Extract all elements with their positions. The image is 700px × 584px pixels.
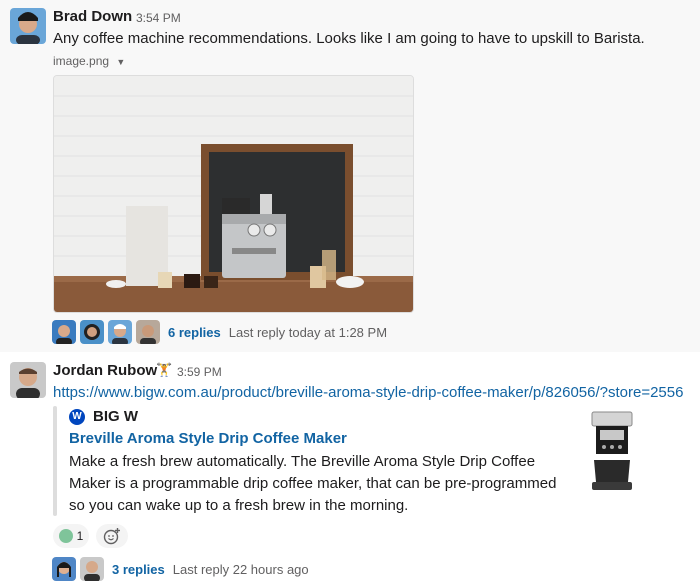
reply-avatar [52, 320, 76, 344]
reply-avatar [52, 557, 76, 581]
status-emoji[interactable]: 🏋 [156, 362, 172, 378]
replies-link[interactable]: 6 replies [168, 325, 221, 340]
replies-link[interactable]: 3 replies [112, 562, 165, 577]
unfurl-border [53, 406, 57, 516]
file-name: image.png [53, 54, 110, 68]
message-text: Any coffee machine recommendations. Look… [53, 30, 645, 47]
add-reaction-button[interactable] [96, 524, 128, 548]
unfurl-title-link[interactable]: Breville Aroma Style Drip Coffee Maker [69, 430, 347, 447]
reaction-sick-face[interactable]: 1 [53, 524, 89, 548]
reply-avatar [80, 557, 104, 581]
unfurl-site-name: BIG W [93, 408, 138, 425]
author-name[interactable]: Brad Down [53, 8, 132, 25]
sick-face-emoji-icon [58, 529, 73, 543]
message-link[interactable]: https://www.bigw.com.au/product/breville… [53, 384, 683, 401]
file-name-row[interactable]: image.png ▼ [53, 54, 125, 68]
thread-summary[interactable]: 6 replies Last reply today at 1:28 PM [52, 320, 387, 344]
avatar-brad-down[interactable] [10, 8, 46, 44]
timestamp[interactable]: 3:59 PM [177, 365, 222, 379]
last-reply-time: Last reply today at 1:28 PM [228, 324, 388, 340]
reply-avatar [108, 320, 132, 344]
unfurl-site: W BIG W [69, 408, 138, 425]
bigw-logo-icon: W [69, 408, 85, 425]
reply-avatar [80, 320, 104, 344]
reaction-count: 1 [76, 529, 84, 543]
caret-down-icon[interactable]: ▼ [116, 57, 125, 67]
reply-avatar [136, 320, 160, 344]
unfurl-thumbnail[interactable] [586, 410, 638, 492]
last-reply-time: Last reply 22 hours ago [172, 561, 309, 577]
avatar-jordan-rubow[interactable] [10, 362, 46, 398]
attached-image[interactable] [53, 75, 414, 313]
author-name[interactable]: Jordan Rubow [53, 362, 157, 379]
message-brad-down[interactable]: Brad Down 3:54 PM Any coffee machine rec… [0, 0, 700, 352]
timestamp[interactable]: 3:54 PM [136, 11, 181, 25]
add-reaction-icon [103, 528, 120, 545]
thread-summary[interactable]: 3 replies Last reply 22 hours ago [52, 557, 309, 581]
unfurl-description: Make a fresh brew automatically. The Bre… [69, 453, 557, 514]
